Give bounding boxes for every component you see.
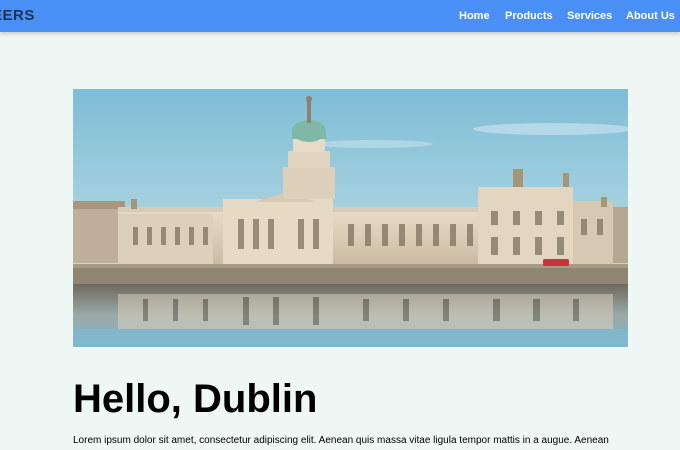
brand-logo[interactable]: EERS bbox=[0, 7, 35, 24]
custom-house-photo bbox=[73, 89, 628, 347]
nav-link-products[interactable]: Products bbox=[505, 10, 553, 22]
body-paragraph: Lorem ipsum dolor sit amet, consectetur … bbox=[73, 435, 609, 446]
page-headline: Hello, Dublin bbox=[73, 377, 318, 421]
hero-image bbox=[73, 89, 628, 347]
nav-link-about-us[interactable]: About Us bbox=[626, 10, 675, 22]
nav-link-services[interactable]: Services bbox=[567, 10, 612, 22]
top-navbar: EERS Home Products Services About Us bbox=[0, 0, 680, 32]
nav-link-home[interactable]: Home bbox=[459, 10, 490, 22]
